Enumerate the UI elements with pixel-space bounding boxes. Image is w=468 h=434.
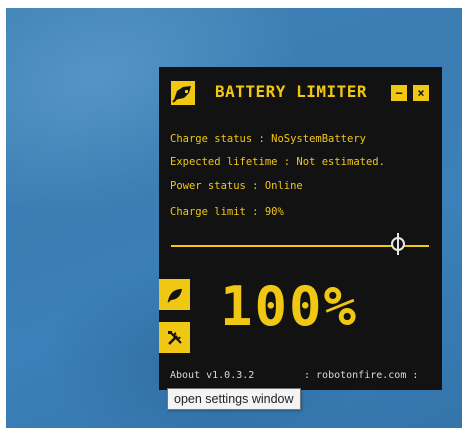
title-bar[interactable]: BATTERY LIMITER − × — [159, 67, 442, 119]
minimize-button[interactable]: − — [391, 85, 407, 101]
charge-limit-slider-thumb[interactable] — [391, 233, 405, 255]
website-link[interactable]: : robotonfire.com : — [304, 370, 418, 381]
tools-icon — [166, 327, 184, 348]
power-status-text: Power status : Online — [170, 180, 303, 192]
app-title: BATTERY LIMITER — [215, 82, 367, 101]
about-link[interactable]: About v1.0.3.2 — [170, 370, 254, 381]
settings-button[interactable] — [159, 322, 190, 353]
battery-charge-percentage: 100% — [220, 275, 359, 338]
leaf-button[interactable] — [159, 279, 190, 310]
app-logo-icon — [171, 81, 195, 105]
slider-thumb-crosshair — [397, 233, 399, 255]
charge-limit-text: Charge limit : 90% — [170, 206, 284, 218]
expected-lifetime-text: Expected lifetime : Not estimated. — [170, 156, 385, 168]
tooltip: open settings window — [167, 388, 301, 410]
leaf-icon — [166, 284, 184, 305]
charge-status-text: Charge status : NoSystemBattery — [170, 133, 366, 145]
close-button[interactable]: × — [413, 85, 429, 101]
battery-limiter-window: BATTERY LIMITER − × Charge status : NoSy… — [159, 67, 442, 390]
